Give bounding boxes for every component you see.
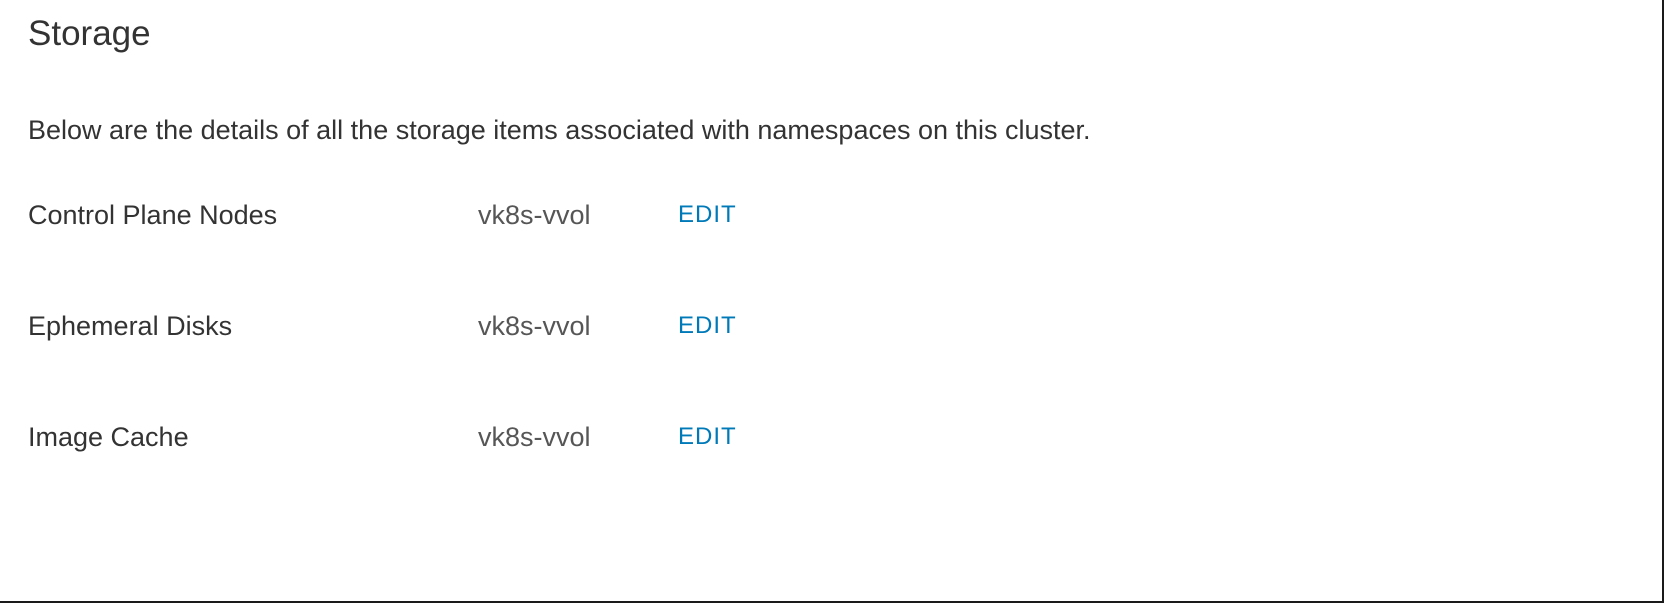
storage-row-ephemeral-disks: Ephemeral Disks vk8s-vvol EDIT bbox=[28, 311, 1634, 342]
storage-value: vk8s-vvol bbox=[478, 311, 678, 342]
edit-button-image-cache[interactable]: EDIT bbox=[678, 423, 737, 451]
storage-label: Image Cache bbox=[28, 422, 478, 453]
storage-label: Control Plane Nodes bbox=[28, 200, 478, 231]
section-description: Below are the details of all the storage… bbox=[28, 112, 1634, 150]
edit-button-control-plane[interactable]: EDIT bbox=[678, 201, 737, 229]
storage-row-image-cache: Image Cache vk8s-vvol EDIT bbox=[28, 422, 1634, 453]
section-title: Storage bbox=[28, 14, 1634, 54]
storage-value: vk8s-vvol bbox=[478, 200, 678, 231]
edit-button-ephemeral-disks[interactable]: EDIT bbox=[678, 312, 737, 340]
storage-label: Ephemeral Disks bbox=[28, 311, 478, 342]
storage-value: vk8s-vvol bbox=[478, 422, 678, 453]
storage-row-control-plane: Control Plane Nodes vk8s-vvol EDIT bbox=[28, 200, 1634, 231]
storage-section: Storage Below are the details of all the… bbox=[0, 0, 1662, 467]
